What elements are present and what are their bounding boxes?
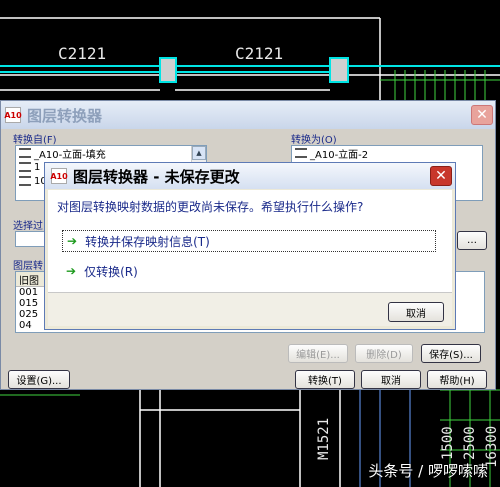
question-text: 对图层转换映射数据的更改尚未保存。希望执行什么操作? <box>57 200 364 214</box>
dialog-footer: 取消 <box>48 293 452 326</box>
unsaved-changes-body: 对图层转换映射数据的更改尚未保存。希望执行什么操作? ➔ 转换并保存映射信息(T… <box>48 190 452 326</box>
layer-icon <box>19 148 31 158</box>
unsaved-changes-title: 图层转换器 - 未保存更改 <box>73 167 240 186</box>
cad-dim-2500: 2500 <box>462 426 478 460</box>
selection-filter-input[interactable] <box>15 231 47 247</box>
close-icon[interactable]: ✕ <box>430 166 452 186</box>
delete-button[interactable]: 删除(D) <box>355 344 413 363</box>
unsaved-changes-dialog: A10 图层转换器 - 未保存更改 ✕ 对图层转换映射数据的更改尚未保存。希望执… <box>44 162 456 330</box>
convert-only-option[interactable]: ➔ 仅转换(R) <box>62 260 436 282</box>
modal-cancel-button[interactable]: 取消 <box>388 302 444 322</box>
layer-icon <box>19 162 31 172</box>
convert-from-label: 转换自(F) <box>13 135 57 146</box>
convert-and-save-option[interactable]: ➔ 转换并保存映射信息(T) <box>62 230 436 252</box>
autocad-app-icon: A10 <box>4 107 22 123</box>
convert-button[interactable]: 转换(T) <box>295 370 355 389</box>
arrow-right-icon: ➔ <box>67 234 78 248</box>
watermark-text: 头条号 / 啰啰嗦嗦 <box>368 462 488 480</box>
cad-label-door: M1521 <box>316 417 332 460</box>
layer-icon <box>295 148 307 158</box>
convert-to-side-button[interactable]: … <box>457 231 487 250</box>
list-item[interactable]: _A10-立面-2 <box>292 146 482 161</box>
layer-icon <box>19 176 31 186</box>
scroll-up-icon[interactable]: ▲ <box>192 146 206 160</box>
layer-translator-title: 图层转换器 <box>27 106 103 125</box>
cancel-button[interactable]: 取消 <box>361 370 421 389</box>
autocad-app-icon: A10 <box>50 168 68 184</box>
edit-button[interactable]: 编辑(E)... <box>288 344 348 363</box>
help-button[interactable]: 帮助(H) <box>427 370 487 389</box>
unsaved-changes-titlebar: A10 图层转换器 - 未保存更改 <box>45 163 455 189</box>
list-item[interactable]: _A10-立面-填充 <box>16 146 206 161</box>
layer-map-label: 图层转 <box>13 261 43 272</box>
save-button[interactable]: 保存(S)... <box>421 344 481 363</box>
close-icon[interactable]: ✕ <box>471 105 493 125</box>
arrow-right-icon: ➔ <box>66 264 77 278</box>
cad-dim-1500: 1500 <box>440 426 456 460</box>
selection-filter-label: 选择过 <box>13 221 43 232</box>
cad-label-window-1: C2121 <box>58 44 107 63</box>
convert-to-label: 转换为(O) <box>291 135 337 146</box>
cad-label-window-2: C2121 <box>235 44 284 63</box>
layer-translator-titlebar: A10 图层转换器 <box>1 101 495 129</box>
settings-button[interactable]: 设置(G)... <box>8 370 70 389</box>
